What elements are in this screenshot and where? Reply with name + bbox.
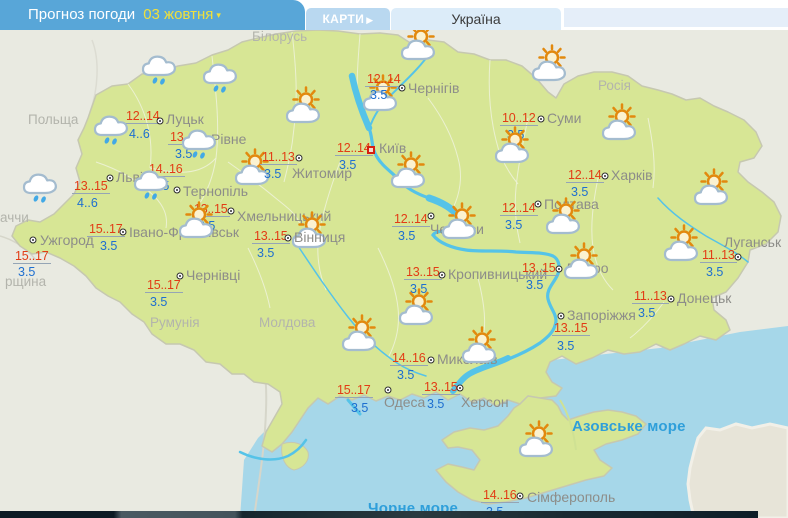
city-wind: 3.5 (150, 296, 167, 309)
city-temperature: 13..15 (422, 381, 460, 395)
city-temperature: 15..17 (145, 279, 183, 293)
city-wind: 3.5 (339, 159, 356, 172)
city-wind: 4..6 (77, 197, 98, 210)
sun-behind-cloud-icon (492, 156, 536, 198)
tab-ukraine[interactable]: Україна (391, 8, 561, 30)
city-temperature: 13..15 (72, 180, 110, 194)
city-forecasts: 12..144..6Луцьк 13..153.5Рівне 13..154..… (0, 30, 788, 518)
city-marker-icon[interactable] (457, 385, 464, 392)
forecast-title-bar: Прогноз погоди 03 жовтня▾ (0, 0, 305, 30)
bottom-edge-bar (0, 511, 758, 518)
city-marker-icon[interactable] (668, 296, 675, 303)
sun-behind-cloud-icon (339, 344, 383, 386)
city-marker-icon[interactable] (602, 173, 609, 180)
city-temperature: 12..14 (566, 169, 604, 183)
city-wind: 3.5 (427, 398, 444, 411)
city-name[interactable]: Запоріжжя (567, 308, 636, 323)
sun-behind-cloud-icon (289, 241, 333, 283)
rain-cloud-icon (20, 194, 64, 236)
city-name[interactable]: Одеса (384, 395, 425, 410)
city-marker-icon[interactable] (177, 273, 184, 280)
city-temperature: 13..15 (404, 266, 442, 280)
city-marker-icon[interactable] (30, 237, 37, 244)
city-marker-icon[interactable] (285, 235, 292, 242)
city-name[interactable]: Суми (547, 111, 581, 126)
city-wind: 3.5 (351, 402, 368, 415)
tab-maps-label: КАРТИ (322, 12, 364, 26)
city-wind: 3.5 (706, 266, 723, 279)
city-temperature: 14..16 (481, 489, 519, 503)
city-temperature: 10..12 (500, 112, 538, 126)
date-value: 03 жовтня (143, 6, 213, 23)
city-marker-icon[interactable] (428, 357, 435, 364)
header: Прогноз погоди 03 жовтня▾ КАРТИ▶ Україна (0, 0, 788, 30)
tab-maps[interactable]: КАРТИ▶ (306, 8, 390, 30)
city-name[interactable]: Вінниця (294, 230, 345, 245)
city-marker-icon[interactable] (107, 175, 114, 182)
city-name[interactable]: Чернівці (186, 268, 240, 283)
city-marker-icon[interactable] (517, 493, 524, 500)
city-wind: 3.5 (557, 340, 574, 353)
city-wind: 3.5 (257, 247, 274, 260)
city-temperature: 14..16 (390, 352, 428, 366)
capital-marker-icon[interactable] (367, 146, 375, 154)
page-title: Прогноз погоди (28, 6, 135, 23)
city-marker-icon[interactable] (157, 118, 164, 125)
sun-behind-cloud-icon (459, 356, 503, 398)
city-marker-icon[interactable] (735, 254, 742, 261)
city-marker-icon[interactable] (538, 116, 545, 123)
arrow-right-icon: ▶ (366, 15, 373, 25)
city-wind: 3.5 (264, 168, 281, 181)
city-wind: 3.5 (397, 369, 414, 382)
city-marker-icon[interactable] (558, 313, 565, 320)
tab-bar-filler (564, 8, 788, 27)
city-marker-icon[interactable] (439, 272, 446, 279)
city-wind: 3.5 (18, 266, 35, 279)
city-wind: 3.5 (526, 279, 543, 292)
city-temperature: 12..14 (500, 202, 538, 216)
city-name[interactable]: Донецьк (677, 291, 731, 306)
date-selector[interactable]: 03 жовтня▾ (143, 6, 221, 23)
city-temperature: 13..15 (552, 322, 590, 336)
city-marker-icon[interactable] (428, 213, 435, 220)
sun-behind-cloud-icon (516, 450, 560, 492)
city-temperature: 11..13 (260, 151, 297, 165)
city-wind: 3.5 (398, 230, 415, 243)
city-temperature: 15..17 (335, 384, 373, 398)
city-temperature: 11..13 (700, 249, 737, 263)
city-name[interactable]: Луганськ (724, 235, 781, 250)
city-wind: 3.5 (505, 219, 522, 232)
chevron-down-icon: ▾ (216, 10, 221, 20)
city-marker-icon[interactable] (385, 387, 392, 394)
city-name[interactable]: Ужгород (40, 233, 94, 248)
city-wind: 3.5 (100, 240, 117, 253)
city-temperature: 12..14 (365, 73, 403, 87)
ukraine-weather-map: БілорусьРосіяПольщаРумуніяМолдовааччирщи… (0, 30, 788, 518)
city-wind: 3.5 (370, 89, 387, 102)
city-marker-icon[interactable] (228, 208, 235, 215)
city-temperature: 11..13 (632, 290, 669, 304)
city-temperature: 12..14 (392, 213, 430, 227)
city-temperature: 13..15 (520, 262, 558, 276)
city-name[interactable]: Чернігів (408, 81, 459, 96)
city-name[interactable]: Сімферополь (527, 490, 615, 505)
city-marker-icon[interactable] (296, 155, 303, 162)
tab-ukraine-label: Україна (451, 11, 500, 27)
city-marker-icon[interactable] (535, 201, 542, 208)
city-wind: 3.5 (638, 307, 655, 320)
weather-forecast-screen: БілорусьРосіяПольщаРумуніяМолдовааччирщи… (0, 0, 788, 518)
city-temperature: 15..17 (13, 250, 51, 264)
city-name[interactable]: Харків (611, 168, 653, 183)
city-name[interactable]: Херсон (461, 395, 509, 410)
city-marker-icon[interactable] (120, 229, 127, 236)
city-marker-icon[interactable] (399, 85, 406, 92)
